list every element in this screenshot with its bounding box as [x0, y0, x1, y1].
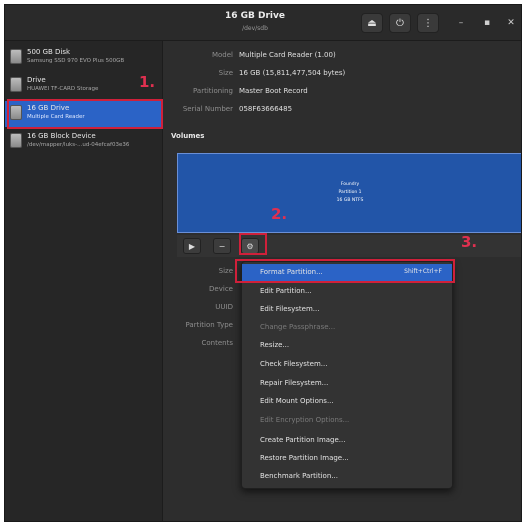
- window-subtitle: /dev/sdb: [242, 25, 268, 32]
- menu-item-label: Edit Encryption Options...: [260, 416, 350, 424]
- menu-item-label: Edit Partition...: [260, 287, 312, 295]
- model-label: Model: [211, 51, 233, 59]
- block-device-icon: [10, 133, 22, 148]
- menu-item-resize[interactable]: Resize...: [242, 337, 452, 355]
- minimize-button[interactable]: –: [453, 15, 469, 31]
- volumes-heading: Volumes: [171, 132, 205, 140]
- menu-item-label: Create Partition Image...: [260, 436, 346, 444]
- menu-item-label: Edit Mount Options...: [260, 397, 334, 405]
- size-label: Size: [218, 69, 233, 77]
- menu-item-edit-mount-options[interactable]: Edit Mount Options...: [242, 393, 452, 411]
- detail-uuid-label: UUID: [215, 303, 233, 311]
- maximize-icon: ▪: [483, 18, 491, 28]
- menu-item-edit-filesystem[interactable]: Edit Filesystem...: [242, 301, 452, 319]
- power-icon: ⏻: [396, 17, 404, 29]
- size-value: 16 GB (15,811,477,504 bytes): [239, 69, 346, 77]
- partition-label: Foundry: [340, 182, 360, 187]
- menu-item-create-partition-image[interactable]: Create Partition Image...: [242, 432, 452, 450]
- annotation-step-3: 3.: [461, 233, 478, 251]
- detail-contents-label: Contents: [201, 339, 234, 347]
- drive-menu-button[interactable]: ⋮: [417, 13, 439, 33]
- close-icon: ✕: [507, 18, 515, 28]
- menu-item-edit-encryption-options: Edit Encryption Options...: [242, 412, 452, 430]
- annotation-box-step-2: [239, 233, 267, 255]
- menu-item-label: Check Filesystem...: [260, 360, 328, 368]
- close-button[interactable]: ✕: [503, 15, 519, 31]
- partition-number: Partition 1: [338, 190, 362, 195]
- disk-icon: [10, 49, 22, 64]
- menu-item-check-filesystem[interactable]: Check Filesystem...: [242, 356, 452, 374]
- minus-icon: −: [218, 241, 226, 251]
- menu-item-label: Repair Filesystem...: [260, 379, 329, 387]
- mount-button[interactable]: ▶: [183, 238, 201, 254]
- partitioning-value: Master Boot Record: [239, 87, 308, 95]
- play-icon: ▶: [188, 241, 196, 251]
- window-title: 16 GB Drive: [224, 11, 285, 21]
- partition-options-menu: Format Partition... Shift+Ctrl+F Edit Pa…: [241, 261, 453, 489]
- drive-subtitle: /dev/mapper/luks-...ud-04efcaf03e36: [27, 142, 130, 148]
- menu-icon: ⋮: [423, 17, 433, 29]
- menu-item-benchmark-partition[interactable]: Benchmark Partition...: [242, 468, 452, 486]
- drive-name: 500 GB Disk: [27, 48, 71, 56]
- partitioning-label: Partitioning: [193, 87, 233, 95]
- detail-partition-type-label: Partition Type: [185, 321, 233, 329]
- menu-item-edit-partition[interactable]: Edit Partition...: [242, 283, 452, 301]
- eject-icon: ⏏: [367, 17, 377, 29]
- model-value: Multiple Card Reader (1.00): [239, 51, 336, 59]
- drive-subtitle: HUAWEI TF-CARD Storage: [27, 86, 99, 92]
- eject-button[interactable]: ⏏: [361, 13, 383, 33]
- partition-size-fs: 16 GB NTFS: [336, 198, 364, 203]
- minimize-icon: –: [458, 18, 464, 28]
- partition-1-block[interactable]: Foundry Partition 1 16 GB NTFS: [177, 153, 521, 233]
- menu-item-label: Restore Partition Image...: [260, 454, 349, 462]
- menu-item-label: Resize...: [260, 341, 290, 349]
- delete-partition-button[interactable]: −: [213, 238, 231, 254]
- maximize-button[interactable]: ▪: [479, 15, 495, 31]
- annotation-step-2: 2.: [271, 205, 288, 223]
- detail-size-label: Size: [218, 267, 233, 275]
- menu-item-label: Change Passphrase...: [260, 323, 336, 331]
- menu-item-label: Edit Filesystem...: [260, 305, 320, 313]
- serial-number-value: 058F63666485: [239, 105, 293, 113]
- menu-item-restore-partition-image[interactable]: Restore Partition Image...: [242, 450, 452, 468]
- menu-item-repair-filesystem[interactable]: Repair Filesystem...: [242, 375, 452, 393]
- annotation-box-step-3: [235, 259, 455, 283]
- power-off-button[interactable]: ⏻: [389, 13, 411, 33]
- annotation-box-step-1: [7, 99, 163, 129]
- header-bar: 16 GB Drive /dev/sdb ⏏ ⏻ ⋮ – ▪ ✕: [5, 5, 521, 41]
- menu-item-label: Benchmark Partition...: [260, 472, 338, 480]
- drive-name: Drive: [27, 76, 46, 84]
- serial-number-label: Serial Number: [182, 105, 233, 113]
- drive-item-block-device[interactable]: 16 GB Block Device /dev/mapper/luks-...u…: [5, 129, 163, 155]
- annotation-step-1: 1.: [139, 73, 156, 91]
- disks-window: 16 GB Drive /dev/sdb ⏏ ⏻ ⋮ – ▪ ✕ 500 GB …: [4, 4, 522, 522]
- detail-device-label: Device: [209, 285, 233, 293]
- sd-card-icon: [10, 77, 22, 92]
- drive-item-500gb-disk[interactable]: 500 GB Disk Samsung SSD 970 EVO Plus 500…: [5, 45, 163, 71]
- menu-item-change-passphrase: Change Passphrase...: [242, 319, 452, 337]
- drive-name: 16 GB Block Device: [27, 132, 96, 140]
- drive-subtitle: Samsung SSD 970 EVO Plus 500GB: [27, 58, 125, 64]
